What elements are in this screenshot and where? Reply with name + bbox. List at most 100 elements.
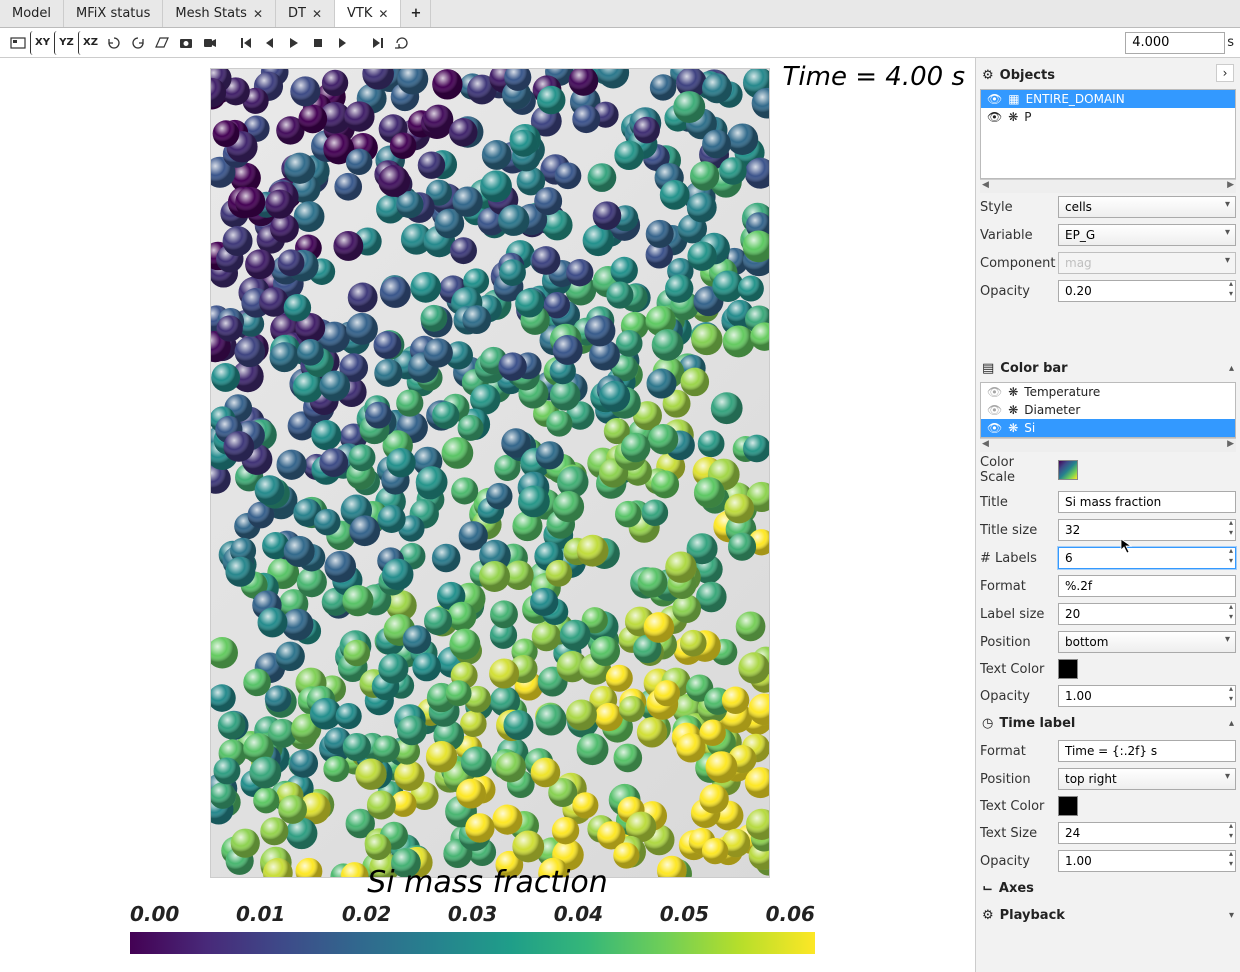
colorbar-gradient (130, 932, 815, 954)
particles-icon: ❋ (1008, 110, 1018, 124)
rotate-left-button[interactable] (102, 31, 126, 55)
tab-mfix-status[interactable]: MFiX status (64, 0, 163, 27)
axes-section-header[interactable]: ⌙ Axes (980, 875, 1236, 902)
playback-section-header[interactable]: ⚙ Playback ▾ (980, 902, 1236, 929)
view-xy-button[interactable]: XY (30, 31, 54, 55)
cbar-labelsize-label: Label size (980, 607, 1052, 622)
component-select: mag (1058, 252, 1236, 274)
colorbar-tick: 0.06 (766, 902, 815, 926)
tab-vtk[interactable]: VTK✕ (335, 0, 401, 27)
first-frame-button[interactable] (234, 31, 258, 55)
list-scrollbar[interactable] (980, 179, 1236, 193)
clock-icon: ◷ (982, 716, 993, 731)
cbar-title-input[interactable] (1058, 491, 1236, 513)
loop-button[interactable] (390, 31, 414, 55)
panel-collapse-button[interactable]: › (1216, 64, 1234, 82)
cbar-titlesize-label: Title size (980, 523, 1052, 538)
cbar-opacity-label: Opacity (980, 689, 1052, 704)
tl-textsize-label: Text Size (980, 826, 1052, 841)
objects-list[interactable]: 👁 ▦ ENTIRE_DOMAIN 👁 ❋ P (980, 89, 1236, 179)
tab-add[interactable]: + (401, 0, 431, 27)
playback-icon: ⚙ (982, 908, 994, 923)
close-icon[interactable]: ✕ (312, 7, 322, 21)
cbar-row-si[interactable]: 👁 ❋ Si (981, 419, 1235, 437)
colorbar-axis: 0.00 0.01 0.02 0.03 0.04 0.05 0.06 (130, 902, 815, 972)
chevron-up-icon: ▴ (1229, 718, 1234, 729)
next-frame-button[interactable] (330, 31, 354, 55)
colorbar-section-header[interactable]: ▤ Color bar ▴ (980, 355, 1236, 382)
tl-position-label: Position (980, 772, 1052, 787)
visibility-icon[interactable]: 👁 (987, 92, 1002, 106)
tab-mesh-stats[interactable]: Mesh Stats✕ (163, 0, 276, 27)
visibility-icon[interactable]: 👁 (987, 110, 1002, 124)
perspective-button[interactable] (150, 31, 174, 55)
colorbar-tick: 0.05 (660, 902, 709, 926)
particles-icon: ❋ (1008, 421, 1018, 435)
colorbar-title: Si mass fraction (367, 865, 608, 900)
variable-select[interactable]: EP_G (1058, 224, 1236, 246)
axes-icon: ⌙ (982, 881, 993, 896)
list-scrollbar[interactable] (980, 438, 1236, 452)
reset-view-button[interactable] (6, 31, 30, 55)
colorbar-tick: 0.00 (130, 902, 179, 926)
prev-frame-button[interactable] (258, 31, 282, 55)
cbar-opacity-input[interactable] (1058, 685, 1236, 707)
visibility-off-icon[interactable]: 👁 (987, 385, 1002, 399)
grid-icon: ▦ (1008, 92, 1019, 106)
cbar-position-select[interactable]: bottom (1058, 631, 1236, 653)
style-select[interactable]: cells (1058, 196, 1236, 218)
last-frame-button[interactable] (366, 31, 390, 55)
tab-model[interactable]: Model (0, 0, 64, 27)
tl-opacity-label: Opacity (980, 854, 1052, 869)
view-xz-button[interactable]: XZ (78, 31, 102, 55)
stop-button[interactable] (306, 31, 330, 55)
colorscale-swatch[interactable] (1058, 460, 1078, 480)
close-icon[interactable]: ✕ (253, 7, 263, 21)
objects-opacity-label: Opacity (980, 284, 1052, 299)
component-label: Component (980, 256, 1052, 271)
colorbar-list[interactable]: 👁 ❋ Temperature 👁 ❋ Diameter 👁 ❋ Si (980, 382, 1236, 438)
view-yz-button[interactable]: YZ (54, 31, 78, 55)
cbar-nlabels-label: # Labels (980, 551, 1052, 566)
tl-textsize-input[interactable] (1058, 822, 1236, 844)
record-button[interactable] (198, 31, 222, 55)
cbar-titlesize-input[interactable] (1058, 519, 1236, 541)
side-panel: › ⚙ Objects ▴ 👁 ▦ ENTIRE_DOMAIN 👁 ❋ P St… (975, 58, 1240, 972)
visibility-off-icon[interactable]: 👁 (987, 403, 1002, 417)
cbar-row-temperature[interactable]: 👁 ❋ Temperature (981, 383, 1235, 401)
time-label-overlay: Time = 4.00 s (783, 62, 965, 92)
cbar-textcolor-label: Text Color (980, 662, 1052, 677)
cbar-format-input[interactable] (1058, 575, 1236, 597)
tl-format-label: Format (980, 744, 1052, 759)
viewport-toolbar: XY YZ XZ s (0, 28, 1240, 58)
cbar-title-label: Title (980, 495, 1052, 510)
cbar-textcolor-swatch[interactable] (1058, 659, 1078, 679)
particles-icon: ❋ (1008, 385, 1018, 399)
tab-dt[interactable]: DT✕ (276, 0, 335, 27)
tl-opacity-input[interactable] (1058, 850, 1236, 872)
colorscale-label: Color Scale (980, 455, 1052, 485)
cbar-labelsize-input[interactable] (1058, 603, 1236, 625)
object-row-p[interactable]: 👁 ❋ P (981, 108, 1235, 126)
tl-position-select[interactable]: top right (1058, 768, 1236, 790)
objects-opacity-input[interactable] (1058, 280, 1236, 302)
cbar-nlabels-input[interactable] (1058, 547, 1236, 569)
screenshot-button[interactable] (174, 31, 198, 55)
colorbar-tick: 0.04 (554, 902, 603, 926)
objects-section-header[interactable]: ⚙ Objects ▴ (980, 62, 1236, 89)
colorbar-tick: 0.01 (236, 902, 285, 926)
object-row-entire-domain[interactable]: 👁 ▦ ENTIRE_DOMAIN (981, 90, 1235, 108)
tl-format-input[interactable] (1058, 740, 1236, 762)
cbar-row-diameter[interactable]: 👁 ❋ Diameter (981, 401, 1235, 419)
play-button[interactable] (282, 31, 306, 55)
rotate-right-button[interactable] (126, 31, 150, 55)
time-input[interactable] (1125, 32, 1225, 54)
objects-icon: ⚙ (982, 68, 994, 83)
visibility-icon[interactable]: 👁 (987, 421, 1002, 435)
variable-label: Variable (980, 228, 1052, 243)
timelabel-section-header[interactable]: ◷ Time label ▴ (980, 710, 1236, 737)
particles-render (210, 68, 770, 878)
tl-textcolor-swatch[interactable] (1058, 796, 1078, 816)
vtk-viewport[interactable]: Time = 4.00 s Si mass fraction 0.00 0.01… (0, 58, 975, 972)
close-icon[interactable]: ✕ (378, 7, 388, 21)
